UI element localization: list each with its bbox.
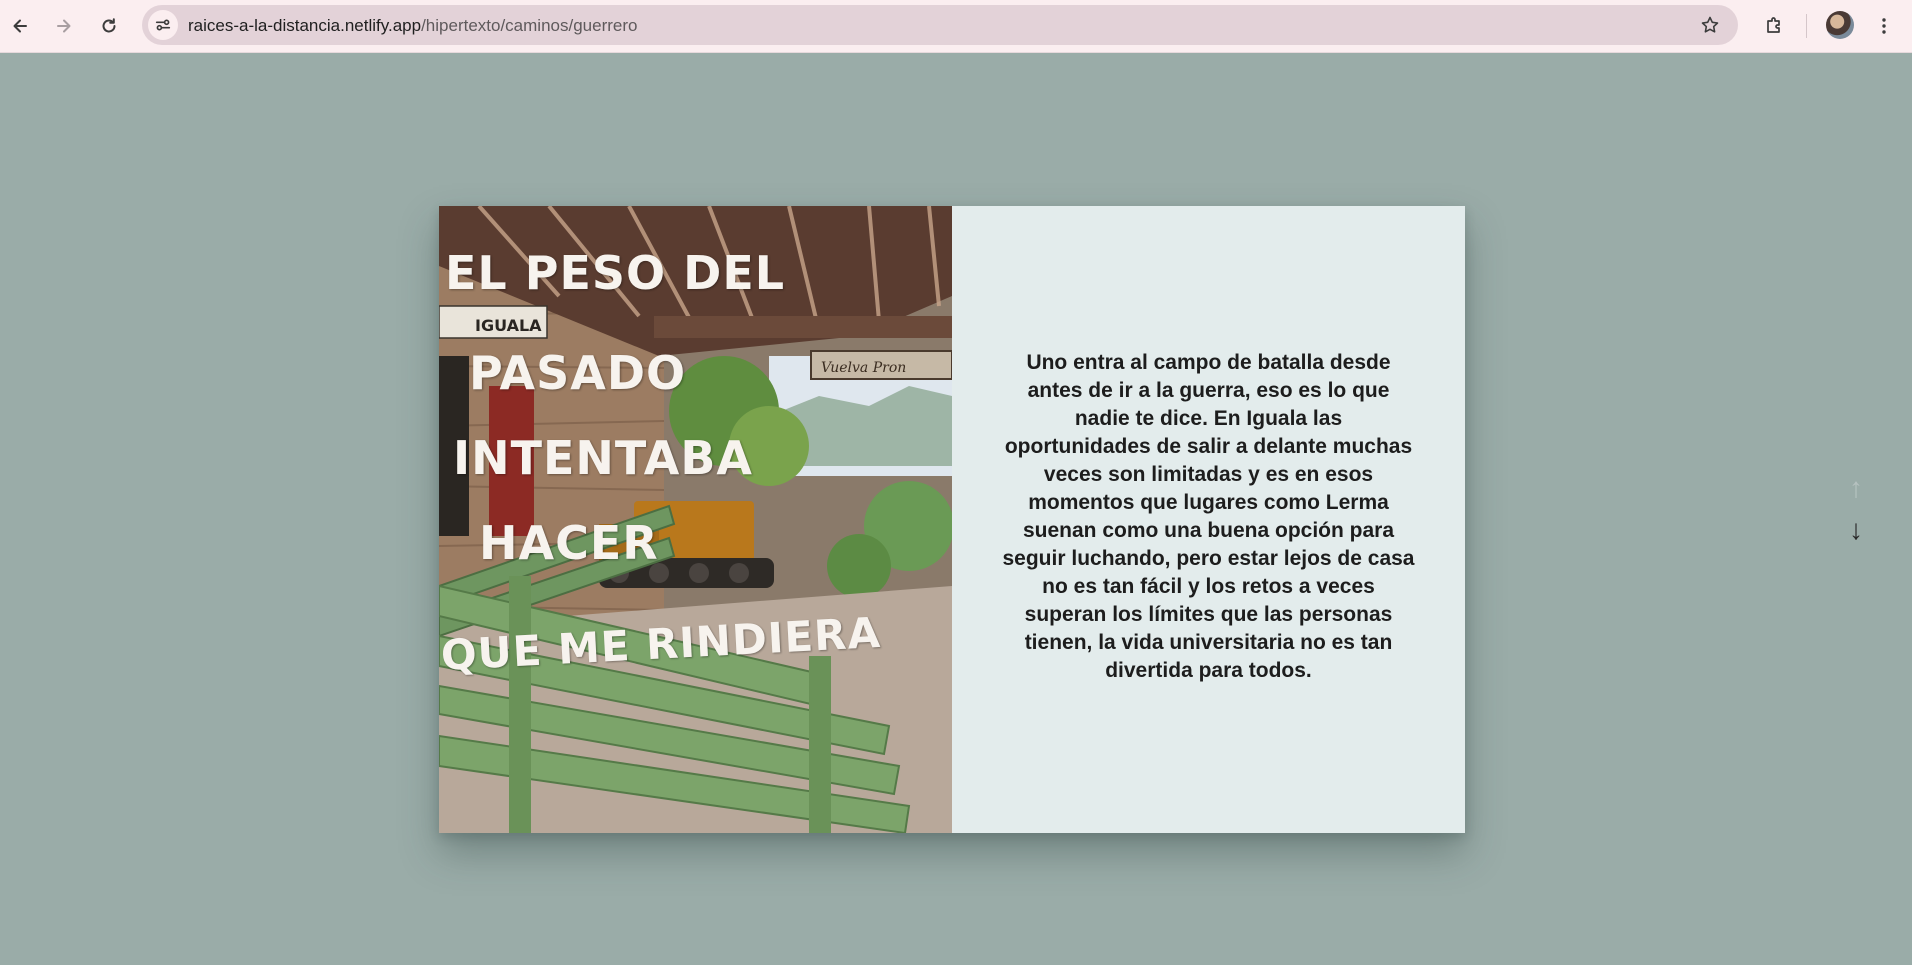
- site-info-icon: [155, 19, 171, 31]
- forward-button[interactable]: [48, 10, 80, 42]
- reload-button[interactable]: [93, 10, 125, 42]
- story-text: Uno entra al campo de batalla desde ante…: [1002, 351, 1415, 682]
- extensions-icon: [1767, 17, 1780, 33]
- scroll-up-arrow[interactable]: ↑: [1846, 474, 1866, 502]
- story-panel: Uno entra al campo de batalla desde ante…: [952, 206, 1465, 833]
- forward-icon: [57, 19, 71, 33]
- reload-icon: [102, 18, 116, 33]
- url-text[interactable]: raices-a-la-distancia.netlify.app/hipert…: [188, 16, 637, 36]
- address-bar[interactable]: raices-a-la-distancia.netlify.app/hipert…: [142, 5, 1738, 45]
- browser-toolbar: raices-a-la-distancia.netlify.app/hipert…: [0, 0, 1912, 53]
- more-menu-icon: [1882, 18, 1886, 34]
- scroll-down-arrow[interactable]: ↓: [1846, 516, 1866, 544]
- toolbar-divider: [1806, 14, 1807, 38]
- station-photo: Vuelva Pron IGUALA EL PESO DEL PASADO IN…: [439, 206, 952, 833]
- more-menu-button[interactable]: [1868, 10, 1900, 42]
- bookmark-star-icon: [1701, 16, 1719, 33]
- photo-title-line-3: INTENTABA: [453, 431, 753, 485]
- photo-title-line-4: HACER: [479, 516, 659, 570]
- back-icon: [13, 19, 27, 33]
- photo-title-line-2: PASADO: [469, 346, 687, 400]
- url-host: raices-a-la-distancia.netlify.app: [188, 16, 422, 35]
- back-button[interactable]: [4, 10, 36, 42]
- station-sign-text: IGUALA: [475, 316, 542, 335]
- profile-avatar[interactable]: [1826, 11, 1854, 39]
- story-card: Vuelva Pron IGUALA EL PESO DEL PASADO IN…: [439, 206, 1465, 833]
- url-path: /hipertexto/caminos/guerrero: [421, 16, 638, 35]
- bookmark-button[interactable]: [1698, 13, 1722, 37]
- photo-title-line-1: EL PESO DEL: [445, 246, 786, 300]
- extensions-button[interactable]: [1758, 10, 1790, 42]
- site-info-button[interactable]: [148, 10, 178, 40]
- platform-sign-text: Vuelva Pron: [821, 360, 906, 376]
